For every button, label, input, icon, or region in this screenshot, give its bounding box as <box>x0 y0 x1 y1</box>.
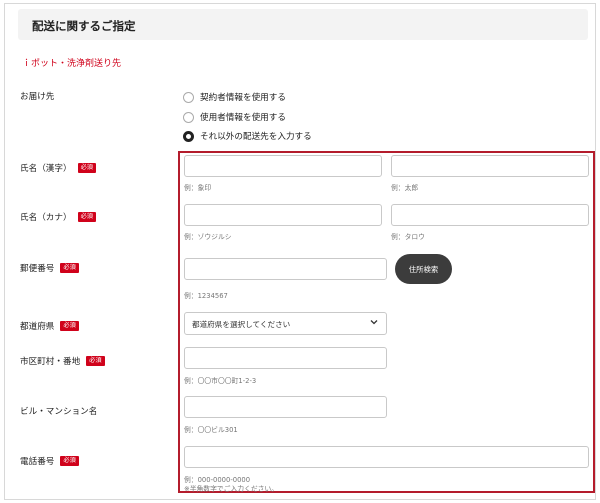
name-kanji-label: 氏名（漢字） 必須 <box>20 162 96 174</box>
postal-label-text: 郵便番号 <box>20 264 55 274</box>
name-kanji-label-text: 氏名（漢字） <box>20 164 72 174</box>
required-badge: 必須 <box>60 320 79 332</box>
delivery-form-panel: 配送に関するご指定 ｉポット・洗浄剤送り先 お届け先 契約者情報を使用する 使用… <box>4 3 596 500</box>
required-badge: 必須 <box>86 355 105 367</box>
postal-code-hint: 例：1234567 <box>184 292 228 300</box>
radio-option-user[interactable]: 使用者情報を使用する <box>183 111 286 123</box>
radio-option-label: 使用者情報を使用する <box>200 113 286 123</box>
radio-button-icon[interactable] <box>183 91 194 103</box>
address-label-text: 市区町村・番地 <box>20 357 81 367</box>
address-search-button[interactable]: 住所検索 <box>395 254 452 284</box>
required-badge: 必須 <box>60 455 79 467</box>
name-kana-label: 氏名（カナ） 必須 <box>20 211 96 223</box>
section-title: 配送に関するご指定 <box>32 19 136 33</box>
prefecture-select[interactable]: 都道府県を選択してください <box>184 312 387 335</box>
required-badge: 必須 <box>77 162 96 174</box>
phone-label-text: 電話番号 <box>20 457 55 467</box>
building-label: ビル・マンション名 <box>20 405 97 417</box>
address-hint: 例：〇〇市〇〇町1-2-3 <box>184 377 257 385</box>
name-kana-label-text: 氏名（カナ） <box>20 213 72 223</box>
last-name-kanji-hint: 例：象印 <box>184 184 212 192</box>
first-name-kana-input[interactable] <box>391 204 589 226</box>
address-input[interactable] <box>184 347 387 369</box>
address-label: 市区町村・番地 必須 <box>20 355 105 367</box>
delivery-destination-label-text: お届け先 <box>20 92 55 102</box>
radio-button-checked-icon[interactable] <box>183 130 194 142</box>
prefecture-label: 都道府県 必須 <box>20 320 79 332</box>
building-label-text: ビル・マンション名 <box>20 407 98 417</box>
phone-note: ※半角数字でご入力ください。 <box>184 485 279 493</box>
prefecture-label-text: 都道府県 <box>20 322 55 332</box>
first-name-kanji-input[interactable] <box>391 155 589 177</box>
last-name-kanji-input[interactable] <box>184 155 382 177</box>
first-name-kana-hint: 例：タロウ <box>391 233 425 241</box>
section-header: 配送に関するご指定 <box>18 9 588 40</box>
postal-label: 郵便番号 必須 <box>20 262 79 274</box>
radio-option-contractor[interactable]: 契約者情報を使用する <box>183 91 286 103</box>
prefecture-select-value: 都道府県を選択してください <box>192 320 291 329</box>
required-badge: 必須 <box>77 211 96 223</box>
phone-input[interactable] <box>184 446 589 468</box>
postal-code-input[interactable] <box>184 258 387 280</box>
radio-option-other[interactable]: それ以外の配送先を入力する <box>183 130 312 142</box>
chevron-down-icon <box>370 320 378 325</box>
radio-option-label: 契約者情報を使用する <box>200 93 286 103</box>
last-name-kana-input[interactable] <box>184 204 382 226</box>
radio-option-label: それ以外の配送先を入力する <box>200 132 312 142</box>
last-name-kana-hint: 例：ゾウジルシ <box>184 233 232 241</box>
notice-text: ｉポット・洗浄剤送り先 <box>22 59 122 69</box>
building-hint: 例：〇〇ビル301 <box>184 426 238 434</box>
delivery-destination-label: お届け先 <box>20 90 54 102</box>
first-name-kanji-hint: 例：太郎 <box>391 184 419 192</box>
radio-button-icon[interactable] <box>183 111 194 123</box>
required-badge: 必須 <box>60 262 79 274</box>
phone-label: 電話番号 必須 <box>20 455 79 467</box>
building-input[interactable] <box>184 396 387 418</box>
